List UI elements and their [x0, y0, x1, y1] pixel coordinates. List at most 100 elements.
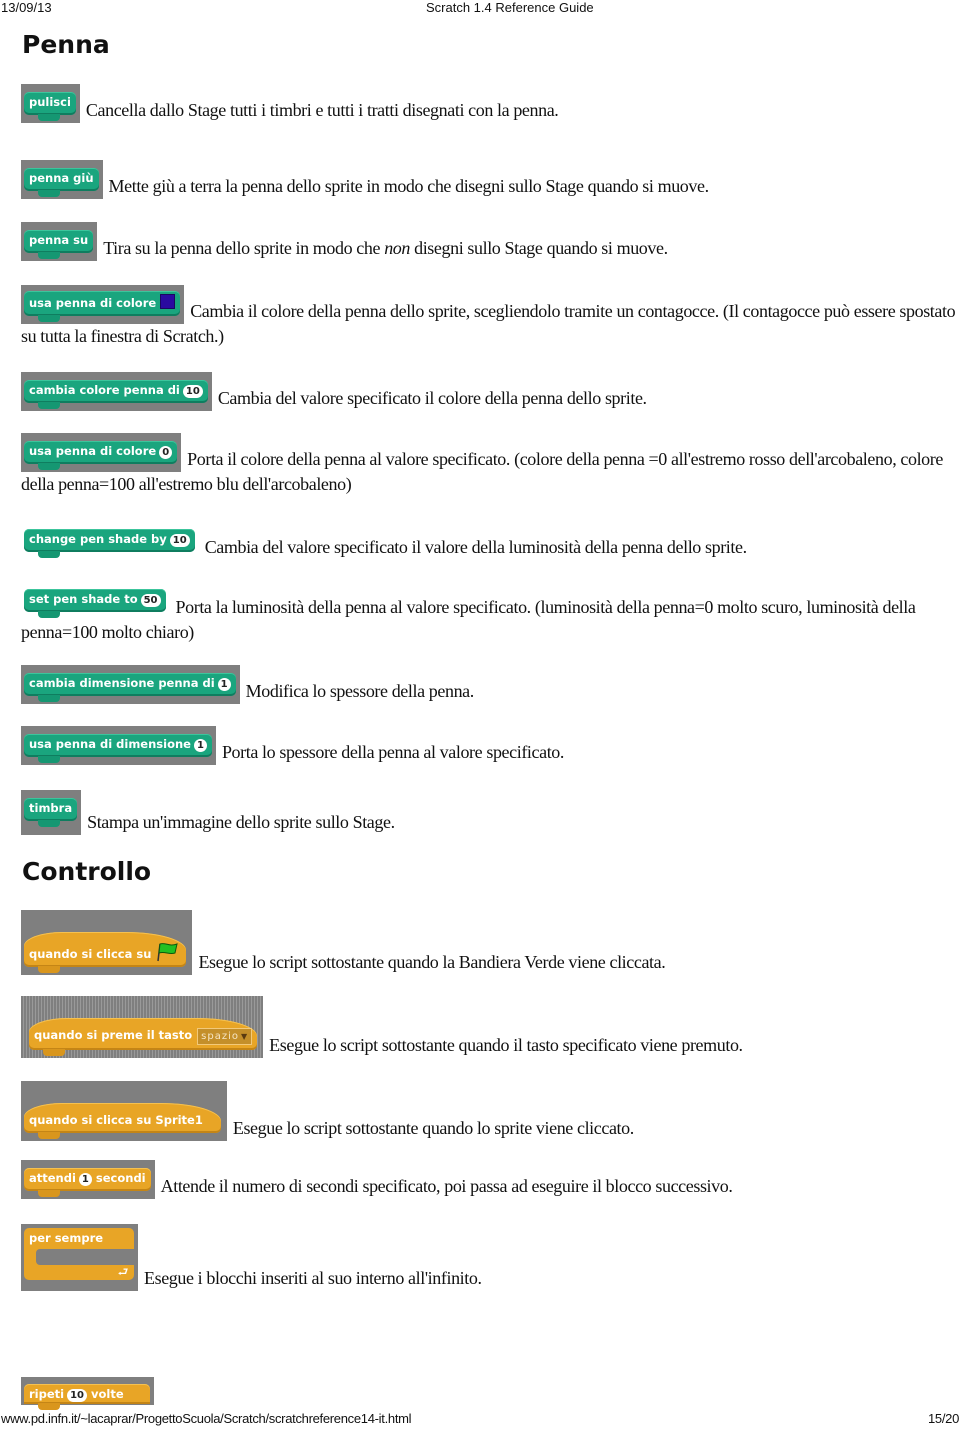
color-swatch-icon	[160, 294, 176, 309]
block-label: attendi	[29, 1171, 76, 1185]
block-label: per sempre	[29, 1231, 104, 1245]
block-entry-when-flag-clicked: quando si clicca su Esegue lo script sott…	[21, 910, 956, 975]
scratch-block-attendi-secondi: attendi 1 secondi	[24, 1168, 151, 1197]
block-entry-usa-penna-di-colore-swatch: usa penna di colore Cambia il colore dell…	[21, 285, 956, 349]
block-image: change pen shade by 10	[21, 521, 199, 560]
block-entry-when-sprite-clicked: quando si clicca su Sprite1 Esegue lo scr…	[21, 1081, 956, 1141]
block-description: Porta lo spessore della penna al valore …	[221, 742, 565, 762]
block-image: cambia dimensione penna di 1	[21, 665, 240, 704]
green-flag-icon	[157, 943, 179, 962]
block-entry-set-pen-shade-to: set pen shade to 50 Porta la luminosità de…	[21, 581, 956, 645]
scratch-block-cambia-colore-penna-di: cambia colore penna di 10	[24, 380, 208, 409]
scratch-block-cambia-dimensione-penna-di: cambia dimensione penna di 1	[24, 673, 236, 702]
description-text: Tira su la penna dello sprite in modo ch…	[103, 238, 385, 258]
block-entry-timbra: timbra Stampa un'immagine dello sprite su…	[21, 790, 956, 835]
number-slot: 10	[169, 534, 190, 547]
block-image: quando si clicca su Sprite1	[21, 1081, 227, 1141]
block-label: cambia dimensione penna di	[29, 676, 215, 690]
block-image: cambia colore penna di 10	[21, 372, 212, 411]
block-image: timbra	[21, 790, 82, 835]
scratch-block-timbra: timbra	[24, 798, 78, 827]
block-image: per sempre ⮐	[21, 1224, 138, 1291]
block-description: Esegue lo script sottostante quando la B…	[198, 952, 666, 972]
block-image: quando si clicca su	[21, 910, 193, 975]
block-description: Esegue lo script sottostante quando lo s…	[232, 1118, 634, 1138]
number-slot: 10	[67, 1389, 88, 1402]
block-entry-usa-penna-di-colore-value: usa penna di colore 0 Porta il colore dell…	[21, 433, 956, 497]
block-entry-penna-su: penna su Tira su la penna dello sprite in…	[21, 222, 956, 261]
dropdown-value: spazio	[201, 1031, 240, 1042]
scratch-block-usa-penna-di-colore: usa penna di colore 0	[24, 441, 178, 470]
block-entry-ripeti-volte: ripeti 10 volte	[21, 1377, 956, 1410]
block-image: usa penna di colore 0	[21, 433, 182, 472]
block-entry-per-sempre: per sempre ⮐ Esegue i blocchi inseriti a…	[21, 1224, 956, 1291]
block-entry-penna-giu: penna giù Mette giù a terra la penna dell…	[21, 160, 956, 199]
print-date: 13/09/13	[1, 0, 52, 15]
block-description: Modifica lo spessore della penna.	[245, 681, 475, 701]
number-slot: 50	[140, 594, 161, 607]
block-description: Cambia del valore specificato il colore …	[217, 388, 647, 408]
block-label: secondi	[95, 1171, 146, 1185]
block-entry-when-key-pressed: quando si preme il tasto spazio ▼ Esegue lo…	[21, 996, 956, 1058]
block-label: usa penna di colore	[29, 296, 157, 310]
block-description: Esegue i blocchi inseriti al suo interno…	[144, 1268, 482, 1288]
block-image: pulisci	[21, 84, 80, 123]
scratch-block-quando-si-preme-il-tasto: quando si preme il tasto spazio ▼	[29, 1018, 258, 1056]
scratch-block-usa-penna-di-colore: usa penna di colore	[24, 291, 181, 322]
block-image: set pen shade to 50	[21, 581, 170, 620]
block-entry-pulisci: pulisci Cancella dallo Stage tutti i timb…	[21, 84, 956, 123]
scratch-block-set-pen-shade-to: set pen shade to 50	[24, 589, 166, 618]
section-title-controllo: Controllo	[22, 857, 152, 886]
scratch-block-pulisci: pulisci	[24, 92, 76, 121]
block-entry-usa-penna-di-dimensione: usa penna di dimensione 1 Porta lo spessor…	[21, 726, 956, 765]
number-slot: 1	[193, 739, 207, 752]
scratch-block-ripeti-volte: ripeti 10 volte	[24, 1384, 150, 1410]
block-image: ripeti 10 volte	[21, 1377, 154, 1410]
page-number: 15/20	[928, 1411, 960, 1426]
block-image: usa penna di colore	[21, 285, 185, 324]
number-slot: 1	[78, 1173, 92, 1186]
block-image: penna su	[21, 222, 98, 261]
block-label: cambia colore penna di	[29, 383, 180, 397]
description-text: disegni sullo Stage quando si muove.	[410, 238, 668, 258]
block-description: Cancella dallo Stage tutti i timbri e tu…	[85, 100, 559, 120]
loop-arrow-icon: ⮐	[117, 1265, 129, 1279]
block-entry-change-pen-shade-by: change pen shade by 10 Cambia del valore s…	[21, 521, 956, 560]
document-title: Scratch 1.4 Reference Guide	[426, 0, 594, 15]
scratch-block-quando-si-clicca-su-bandiera: quando si clicca su	[24, 932, 187, 973]
description-emphasis: non	[384, 238, 410, 258]
block-image: penna giù	[21, 160, 103, 199]
block-description: Stampa un'immagine dello sprite sullo St…	[87, 812, 395, 832]
scratch-block-quando-si-clicca-su-sprite: quando si clicca su Sprite1	[24, 1103, 221, 1139]
block-label: usa penna di dimensione	[29, 737, 191, 751]
block-image: usa penna di dimensione 1	[21, 726, 216, 765]
number-slot: 1	[217, 678, 231, 691]
block-entry-cambia-dimensione-penna-di: cambia dimensione penna di 1 Modifica lo s…	[21, 665, 956, 704]
block-description: Mette giù a terra la penna dello sprite …	[108, 176, 710, 196]
key-dropdown: spazio ▼	[197, 1028, 253, 1045]
scratch-block-per-sempre: per sempre ⮐	[24, 1228, 134, 1280]
block-entry-cambia-colore-penna-di: cambia colore penna di 10 Cambia del valor…	[21, 372, 956, 411]
block-label: quando si preme il tasto	[34, 1028, 193, 1042]
block-label: change pen shade by	[29, 532, 167, 546]
scratch-block-penna-su: penna su	[24, 230, 94, 259]
c-block-mouth	[36, 1249, 134, 1265]
block-label: quando si clicca su	[29, 947, 152, 961]
block-description: Cambia del valore specificato il valore …	[204, 537, 747, 557]
dropdown-arrow-icon: ▼	[241, 1032, 249, 1041]
block-label: ripeti	[29, 1387, 65, 1401]
block-image: quando si preme il tasto spazio ▼	[21, 996, 264, 1058]
number-slot: 10	[182, 385, 203, 398]
block-label: volte	[91, 1387, 124, 1401]
footer-url: www.pd.infn.it/~lacaprar/ProgettoScuola/…	[1, 1411, 412, 1426]
block-description: Tira su la penna dello sprite in modo ch…	[103, 238, 668, 258]
scratch-block-change-pen-shade-by: change pen shade by 10	[24, 529, 195, 558]
block-entry-attendi-secondi: attendi 1 secondi Attende il numero di seco…	[21, 1160, 956, 1199]
number-slot: 0	[159, 446, 173, 459]
scratch-block-usa-penna-di-dimensione: usa penna di dimensione 1	[24, 734, 212, 763]
block-description: Esegue lo script sottostante quando il t…	[269, 1035, 743, 1055]
scratch-block-penna-giu: penna giù	[24, 168, 99, 197]
section-title-penna: Penna	[22, 30, 110, 59]
block-description: Attende il numero di secondi specificato…	[160, 1176, 733, 1196]
block-image: attendi 1 secondi	[21, 1160, 155, 1199]
